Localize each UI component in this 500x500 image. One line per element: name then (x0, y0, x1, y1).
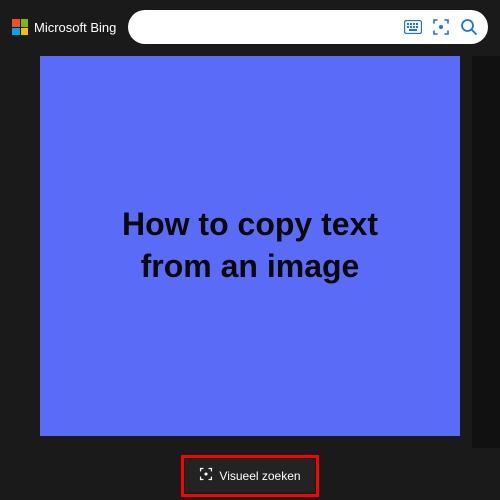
image-preview[interactable]: How to copy text from an image (40, 56, 460, 436)
visual-search-label: Visueel zoeken (219, 469, 300, 483)
bottom-action-bar: Visueel zoeken (0, 459, 500, 492)
image-text: How to copy text from an image (92, 204, 408, 287)
visual-search-icon[interactable] (432, 18, 450, 36)
visual-search-icon (199, 467, 213, 484)
search-icon[interactable] (460, 18, 478, 36)
brand-logo-area[interactable]: Microsoft Bing (12, 19, 116, 35)
side-panel-strip (472, 56, 500, 448)
search-icon-group (404, 18, 478, 36)
keyboard-icon[interactable] (404, 20, 422, 34)
image-text-line2: from an image (141, 248, 360, 284)
visual-search-button[interactable]: Visueel zoeken (185, 459, 314, 492)
content-area: How to copy text from an image (0, 54, 500, 436)
header: Microsoft Bing (0, 0, 500, 54)
image-text-line1: How to copy text (122, 206, 378, 242)
microsoft-logo-icon (12, 19, 28, 35)
brand-text: Microsoft Bing (34, 20, 116, 35)
search-input[interactable] (138, 19, 404, 35)
search-box[interactable] (128, 10, 488, 44)
